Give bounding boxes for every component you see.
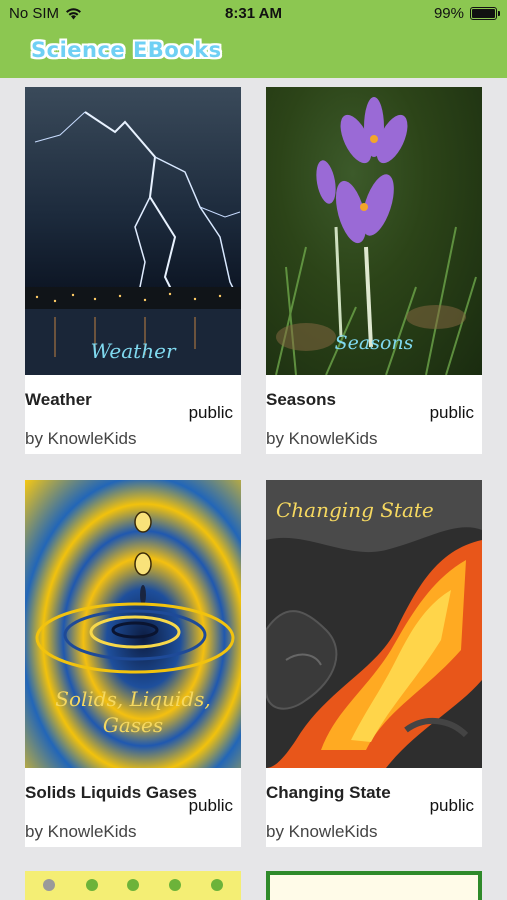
cover-title-changing-state: Changing State — [276, 498, 434, 522]
book-visibility-seasons: public — [429, 403, 474, 422]
cover-title-weather: Weather — [90, 339, 176, 363]
app-header: Science EBooks — [0, 30, 507, 78]
status-right: 99% — [433, 5, 500, 22]
book-visibility-weather: public — [188, 403, 233, 422]
book-author-weather: by KnowleKids — [25, 429, 137, 448]
cover-title-seasons: Seasons — [334, 332, 414, 354]
app-title: Science EBooks — [31, 38, 222, 62]
book-card-partial-right[interactable] — [266, 871, 482, 900]
battery-icon — [470, 7, 500, 20]
cover-title-solids-liquids-gases: Solids, Liquids, Gases — [55, 687, 211, 737]
lava-illustration — [266, 480, 482, 768]
book-title-solids-liquids-gases: Solids Liquids Gases — [25, 783, 197, 802]
clock: 8:31 AM — [225, 5, 282, 22]
partial-cover-inner — [270, 875, 478, 900]
book-cover-weather[interactable]: Weather — [25, 87, 241, 375]
book-cover-seasons[interactable]: Seasons — [266, 87, 482, 375]
lightning-illustration — [25, 111, 241, 375]
nav-buttons-illustration — [43, 879, 223, 891]
book-card-changing-state[interactable]: Changing State Changing State public by … — [266, 480, 482, 847]
book-card-solids-liquids-gases[interactable]: Solids, Liquids, Gases Solids Liquids Ga… — [25, 480, 241, 847]
book-card-partial-left[interactable] — [25, 871, 241, 900]
book-cover-changing-state[interactable]: Changing State — [266, 480, 482, 768]
battery-percent: 99% — [433, 5, 464, 22]
book-author-solids-liquids-gases: by KnowleKids — [25, 822, 137, 841]
book-visibility-solids-liquids-gases: public — [188, 796, 233, 815]
book-card-weather[interactable]: Weather Weather public by KnowleKids — [25, 87, 241, 454]
status-bar: No SIM 8:31 AM 99% — [0, 0, 507, 30]
book-author-changing-state: by KnowleKids — [266, 822, 378, 841]
book-author-seasons: by KnowleKids — [266, 429, 378, 448]
book-title-seasons: Seasons — [266, 390, 336, 409]
book-title-changing-state: Changing State — [266, 783, 391, 802]
book-card-seasons[interactable]: Seasons Seasons public by KnowleKids — [266, 87, 482, 454]
book-visibility-changing-state: public — [429, 796, 474, 815]
book-cover-solids-liquids-gases[interactable]: Solids, Liquids, Gases — [25, 480, 241, 768]
book-title-weather: Weather — [25, 390, 92, 409]
